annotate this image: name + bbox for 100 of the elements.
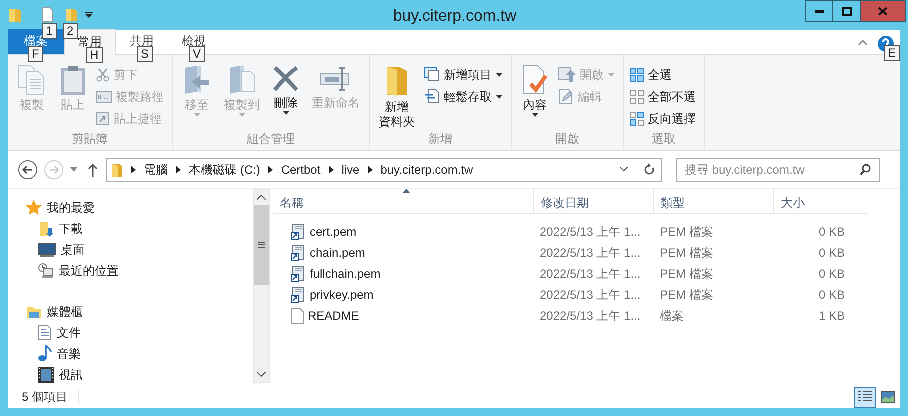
ribbon-button[interactable]: 新增項目 — [424, 64, 503, 85]
chevron-icon[interactable] — [328, 166, 334, 174]
ribbon-button[interactable]: 刪除 — [267, 64, 305, 130]
shortcut-file-icon — [291, 244, 306, 260]
table-cell-text: PEM 檔案 — [659, 244, 714, 262]
path-icon — [96, 90, 112, 102]
star-icon — [26, 200, 42, 215]
chevron-icon[interactable] — [268, 166, 274, 174]
breadcrumb[interactable]: 本機磁碟 (C:) — [189, 160, 260, 178]
chevron-icon[interactable] — [131, 166, 136, 174]
shortcut-icon — [96, 111, 110, 126]
scroll-up-icon[interactable] — [257, 195, 266, 200]
sidebar-item[interactable]: 下載 — [26, 218, 253, 239]
chevron-icon[interactable] — [368, 166, 373, 174]
ribbon-button[interactable]: 新增資料夾 — [374, 64, 420, 130]
ribbon-button[interactable]: 輕鬆存取 — [424, 86, 503, 107]
table-cell-text: 檔案 — [659, 308, 685, 324]
close-button[interactable] — [860, 0, 906, 22]
table-cell-text: 0 KB — [818, 244, 846, 262]
table-cell-text: 0 KB — [818, 224, 846, 240]
sidebar-item[interactable]: 文件 — [26, 322, 253, 343]
download-folder-icon — [38, 220, 54, 236]
select-all-icon — [630, 68, 644, 82]
sidebar-item[interactable]: 媒體櫃 — [26, 301, 253, 322]
ribbon-button[interactable]: 全部不選 — [630, 86, 696, 107]
copy-folder-icon — [227, 64, 257, 96]
clipboard-icon — [59, 64, 87, 96]
table-cell-text: PEM 檔案 — [659, 286, 714, 304]
shortcut-file-icon — [291, 224, 306, 240]
up-arrow-icon[interactable] — [88, 162, 98, 176]
table-cell-text: PEM 檔案 — [659, 266, 714, 282]
sidebar-item[interactable]: 最近的位置 — [26, 260, 253, 281]
sidebar-item[interactable]: 我的最愛 — [26, 197, 253, 218]
back-icon[interactable] — [18, 160, 38, 180]
keytip: E — [884, 45, 900, 61]
dropdown-icon[interactable] — [85, 12, 93, 18]
scroll-down-icon[interactable] — [257, 372, 266, 377]
keytip: 1 — [42, 23, 57, 39]
column-header[interactable]: 大小 — [773, 189, 853, 213]
recent-places-icon — [38, 262, 54, 278]
monitor-icon — [38, 242, 56, 256]
select-none-icon — [630, 90, 644, 104]
invert-selection-icon — [630, 112, 644, 126]
group-label: 組合管理 — [246, 131, 296, 148]
keytip: 2 — [63, 23, 78, 39]
file-name[interactable]: chain.pem — [273, 244, 533, 262]
breadcrumb[interactable]: Certbot — [281, 160, 321, 178]
scrollbar[interactable] — [253, 189, 270, 383]
scrollbar-thumb[interactable] — [254, 205, 269, 285]
group-label: 新增 — [428, 131, 454, 148]
collapse-ribbon-icon[interactable] — [858, 40, 868, 46]
close-icon — [878, 6, 888, 16]
file-name[interactable]: fullchain.pem — [273, 264, 533, 282]
open-icon — [558, 66, 576, 82]
table-cell-text: 2022/5/13 上午 1... — [539, 308, 642, 324]
window-title: buy.citerp.com.tw — [392, 7, 518, 27]
keytip: F — [28, 46, 44, 62]
breadcrumb[interactable]: 電腦 — [144, 160, 168, 178]
keytip: S — [137, 46, 154, 62]
dropdown-icon[interactable] — [620, 167, 628, 172]
sidebar-item[interactable]: 桌面 — [26, 239, 253, 260]
ribbon-button[interactable]: 內容 — [516, 64, 554, 130]
search-field[interactable]: 搜尋 buy.citerp.com.tw — [676, 158, 880, 182]
sidebar-item[interactable]: 音樂 — [26, 343, 253, 364]
easy-access-icon — [424, 89, 440, 104]
table-cell-text: PEM 檔案 — [659, 224, 714, 240]
shortcut-file-icon — [291, 266, 306, 282]
column-header[interactable]: 類型 — [653, 189, 773, 213]
folder-icon — [384, 64, 410, 98]
music-note-icon — [38, 345, 52, 362]
refresh-icon[interactable] — [644, 163, 655, 176]
item-count: 5 個項目 — [22, 389, 68, 406]
file-name[interactable]: cert.pem — [273, 222, 533, 240]
grip-icon — [258, 242, 265, 248]
table-cell-text: 2022/5/13 上午 1... — [539, 244, 642, 262]
column-header[interactable]: 名稱 — [273, 189, 533, 213]
view-button[interactable] — [854, 386, 876, 408]
search-icon — [860, 164, 871, 176]
sidebar-item[interactable]: 視訊 — [26, 364, 253, 385]
folder-icon — [111, 162, 123, 178]
chevron-icon[interactable] — [176, 166, 181, 174]
column-header[interactable]: 修改日期 — [533, 189, 653, 213]
document-icon[interactable] — [42, 7, 54, 23]
table-cell-text: 1 KB — [818, 308, 846, 324]
copy-icon — [17, 64, 47, 96]
file-name[interactable]: README — [273, 306, 533, 324]
maximize-icon — [842, 6, 852, 16]
file-name[interactable]: privkey.pem — [273, 286, 533, 304]
breadcrumb[interactable]: live — [342, 160, 360, 178]
film-icon — [38, 366, 54, 382]
ribbon-button[interactable]: 反向選擇 — [630, 108, 696, 129]
ribbon-button[interactable]: 全選 — [630, 64, 696, 85]
shortcut-file-icon — [291, 286, 306, 302]
breadcrumb[interactable]: buy.citerp.com.tw — [380, 160, 474, 178]
minimize-button[interactable] — [805, 0, 833, 22]
rename-icon — [320, 64, 352, 94]
edit-icon — [558, 88, 574, 104]
move-folder-icon — [182, 64, 212, 96]
group-label: 剪貼簿 — [71, 131, 109, 148]
address-bar[interactable]: 電腦 本機磁碟 (C:) Certbot live buy.citerp.com.tw — [106, 158, 662, 182]
